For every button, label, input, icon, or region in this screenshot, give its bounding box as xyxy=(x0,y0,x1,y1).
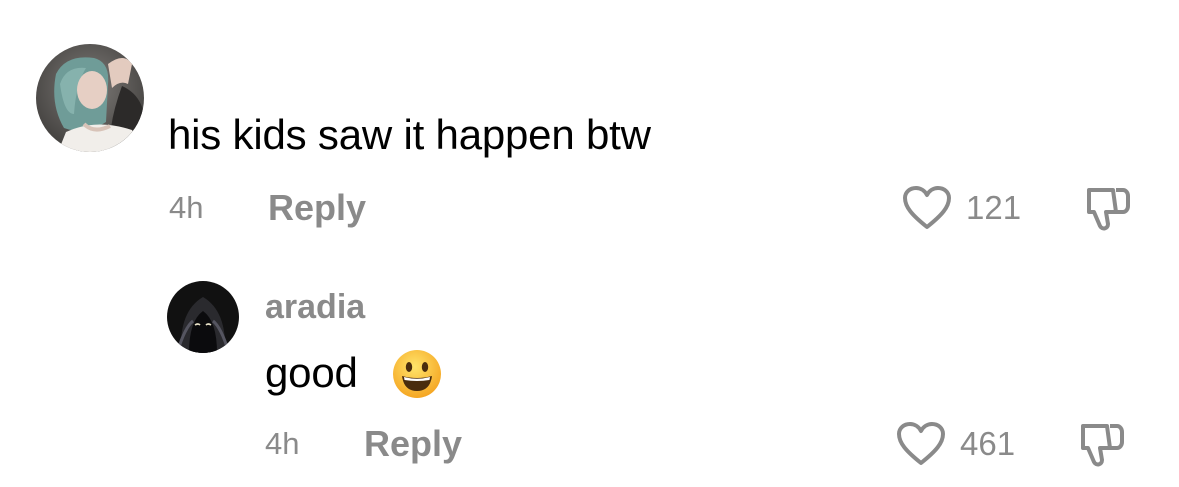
reply-button[interactable]: Reply xyxy=(364,424,462,464)
thumbs-down-icon xyxy=(1087,188,1130,231)
reply-timestamp: 4h xyxy=(265,426,300,461)
user-avatar-dark xyxy=(167,281,239,353)
avatar[interactable] xyxy=(36,44,144,152)
avatar[interactable] xyxy=(167,281,239,353)
reply-username[interactable]: aradia xyxy=(265,287,365,327)
user-avatar-photo xyxy=(36,44,144,152)
dislike-button[interactable] xyxy=(1077,420,1127,470)
comment-text: his kids saw it happen btw xyxy=(168,111,651,158)
reply-button[interactable]: Reply xyxy=(268,188,366,228)
thumbs-down-icon xyxy=(1081,424,1124,467)
comment-timestamp: 4h xyxy=(169,190,204,225)
like-button[interactable]: 121 xyxy=(902,185,1021,231)
like-count: 461 xyxy=(960,425,1016,462)
grinning-face-emoji xyxy=(392,349,442,399)
like-button[interactable]: 461 xyxy=(896,421,1015,467)
dislike-button[interactable] xyxy=(1083,184,1133,234)
reply-text: good xyxy=(265,349,358,396)
like-count: 121 xyxy=(966,189,1022,226)
heart-outline-icon xyxy=(897,422,945,465)
heart-outline-icon xyxy=(903,186,951,229)
